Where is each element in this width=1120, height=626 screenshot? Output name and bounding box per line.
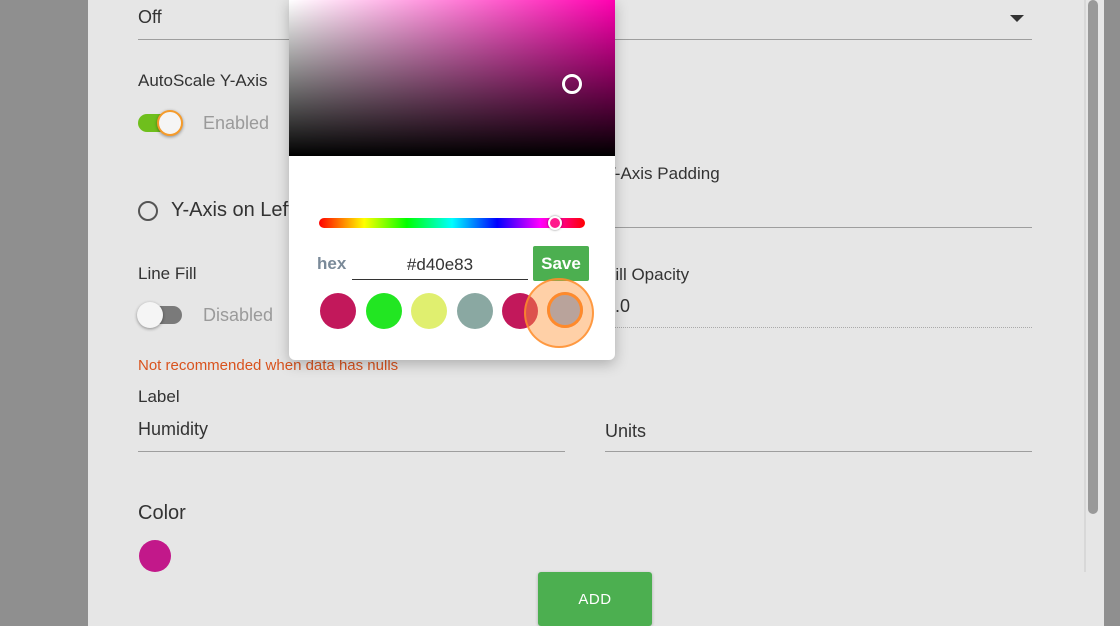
yaxis-padding-underline <box>605 227 1032 228</box>
preset-swatch-3[interactable] <box>411 293 447 329</box>
save-button[interactable]: Save <box>533 246 589 281</box>
line-fill-status: Disabled <box>203 305 274 325</box>
autoscale-label: AutoScale Y-Axis <box>138 71 268 90</box>
color-swatch[interactable] <box>139 540 171 572</box>
autoscale-status: Enabled <box>203 113 270 133</box>
color-label: Color <box>138 502 186 524</box>
dropdown-value[interactable]: Off <box>138 7 162 28</box>
hex-label: hex <box>317 254 347 273</box>
yaxis-left-label: Y-Axis on Left <box>171 199 294 221</box>
preset-swatch-4[interactable] <box>457 293 493 329</box>
yaxis-left-radio[interactable] <box>138 201 158 221</box>
label-field-underline <box>138 451 565 452</box>
preset-swatch-1[interactable] <box>320 293 356 329</box>
scrollbar-track <box>1084 0 1086 572</box>
autoscale-toggle-knob[interactable] <box>157 110 183 136</box>
label-field-input[interactable]: Humidity <box>138 419 208 440</box>
saturation-cursor[interactable] <box>562 74 582 94</box>
hue-slider-knob[interactable] <box>548 216 562 230</box>
preset-swatch-6-ring <box>547 292 583 328</box>
hue-slider[interactable] <box>319 218 585 228</box>
label-field-label: Label <box>138 387 180 406</box>
preset-swatch-2[interactable] <box>366 293 402 329</box>
add-button[interactable]: ADD <box>538 572 652 626</box>
fill-opacity-underline <box>605 327 1032 328</box>
units-field-input[interactable]: Units <box>605 421 646 442</box>
fill-opacity-label: Fill Opacity <box>605 265 690 284</box>
line-fill-label: Line Fill <box>138 264 197 283</box>
units-field-underline <box>605 451 1032 452</box>
hex-input[interactable] <box>352 250 528 280</box>
yaxis-padding-label: Y-Axis Padding <box>605 164 720 183</box>
chevron-down-icon[interactable] <box>1010 15 1024 22</box>
line-fill-toggle-knob[interactable] <box>137 302 163 328</box>
scrollbar-thumb[interactable] <box>1088 0 1098 514</box>
